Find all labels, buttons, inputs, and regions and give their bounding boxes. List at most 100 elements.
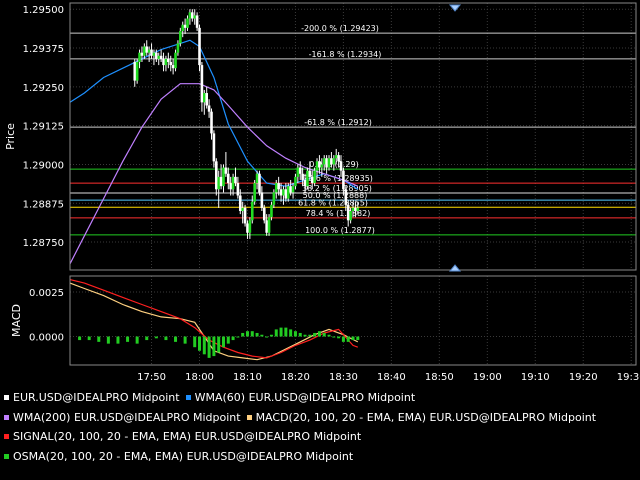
candle-body: [155, 52, 158, 59]
candle-body: [135, 61, 139, 81]
candle-body: [337, 155, 340, 162]
candle-body: [313, 170, 316, 184]
legend-item[interactable]: WMA(200) EUR.USD@IDEALPRO Midpoint: [4, 411, 241, 424]
candle-body: [200, 65, 204, 103]
osma-bar: [231, 336, 235, 341]
osma-bar: [183, 336, 187, 344]
candle-body: [351, 207, 355, 212]
candle-body: [308, 170, 312, 177]
legend-item[interactable]: MACD(20, 100, 20 - EMA, EMA) EUR.USD@IDE…: [246, 411, 596, 424]
candle-body: [236, 183, 240, 196]
candle-body: [298, 167, 302, 174]
legend-label: EUR.USD@IDEALPRO Midpoint: [13, 391, 180, 405]
candle-body: [248, 220, 252, 233]
osma-bar: [289, 329, 293, 337]
candle-body: [195, 15, 199, 28]
candle-body: [145, 46, 149, 53]
legend-item[interactable]: SIGNAL(20, 100, 20 - EMA, EMA) EUR.USD@I…: [4, 430, 361, 443]
price-tick-label: 1.28875: [23, 199, 64, 210]
osma-bar: [346, 336, 350, 342]
candle-body: [186, 18, 189, 28]
osma-bar: [198, 336, 202, 351]
time-tick-label: 18:50: [425, 372, 454, 383]
candle-body: [150, 49, 153, 56]
candle-body: [250, 201, 254, 221]
osma-bar: [145, 336, 149, 341]
osma-bar: [317, 331, 321, 337]
time-tick-label: 17:50: [137, 372, 166, 383]
osma-bar: [308, 334, 312, 337]
osma-bar: [78, 336, 82, 341]
osma-bar: [313, 332, 317, 337]
time-tick-label: 18:40: [377, 372, 406, 383]
candle-body: [171, 65, 175, 69]
osma-bar: [327, 334, 331, 337]
candle-body: [226, 173, 230, 184]
legend-item[interactable]: EUR.USD@IDEALPRO Midpoint: [4, 391, 180, 404]
candle-body: [258, 173, 261, 193]
osma-bar: [106, 336, 110, 344]
candle-body: [270, 204, 273, 218]
legend-swatch-icon: [4, 453, 9, 459]
candle-body: [253, 183, 256, 202]
time-tick-label: 18:20: [281, 372, 310, 383]
candle-body: [310, 176, 314, 184]
candle-body: [224, 167, 228, 174]
fib-level-label: -161.8 % (1.2934): [309, 50, 382, 59]
legend-row: SIGNAL(20, 100, 20 - EMA, EMA) EUR.USD@I…: [4, 427, 640, 447]
osma-bar: [97, 336, 101, 342]
candle-body: [179, 30, 182, 44]
osma-bar: [274, 329, 278, 337]
osma-bar: [217, 336, 221, 353]
candle-body: [231, 176, 235, 190]
osma-bar: [154, 336, 158, 339]
candle-body: [205, 93, 209, 106]
legend-item[interactable]: WMA(60) EUR.USD@IDEALPRO Midpoint: [185, 391, 415, 404]
candle-body: [241, 207, 244, 212]
candle-body: [322, 158, 326, 165]
candle-body: [291, 186, 295, 193]
osma-bar: [351, 336, 355, 341]
candle-body: [255, 173, 259, 184]
legend-item[interactable]: OSMA(20, 100, 20 - EMA, EMA) EUR.USD@IDE…: [4, 450, 353, 463]
candle-body: [282, 189, 285, 196]
candle-body: [164, 58, 168, 66]
candle-body: [334, 155, 338, 159]
osma-bar: [174, 336, 178, 342]
legend-row: OSMA(20, 100, 20 - EMA, EMA) EUR.USD@IDE…: [4, 447, 640, 467]
osma-bar: [221, 336, 225, 348]
osma-bar: [126, 336, 130, 342]
price-tick-label: 1.29125: [23, 122, 64, 133]
osma-bar: [250, 331, 254, 337]
osma-bar: [241, 332, 245, 337]
price-tick-label: 1.29500: [23, 5, 64, 16]
candle-body: [306, 170, 309, 187]
price-tick-label: 1.29250: [23, 83, 64, 94]
candle-body: [174, 52, 177, 69]
candle-body: [169, 61, 173, 66]
osma-bar: [332, 336, 336, 338]
candle-body: [203, 93, 206, 103]
candle-body: [260, 192, 264, 208]
candle-body: [320, 164, 324, 168]
candle-body: [246, 223, 249, 233]
fib-bottom-handle-icon[interactable]: [448, 264, 462, 272]
osma-bar: [255, 332, 259, 337]
osma-bar: [212, 336, 216, 357]
price-tick-label: 1.29375: [23, 44, 64, 55]
fib-top-handle-icon[interactable]: [448, 4, 462, 12]
osma-bar: [265, 336, 269, 338]
candle-body: [262, 207, 266, 221]
candle-body: [167, 58, 170, 62]
candle-body: [147, 49, 151, 53]
fib-level-label: 100.0 % (1.2877): [305, 226, 375, 235]
candle-body: [349, 211, 352, 221]
candle-body: [214, 161, 218, 190]
legend: EUR.USD@IDEALPRO Midpoint WMA(60) EUR.USD…: [4, 388, 640, 466]
fib-handles[interactable]: [448, 4, 462, 272]
osma-bar: [269, 334, 273, 337]
time-tick-label: 18:00: [185, 372, 214, 383]
osma-bar: [236, 336, 240, 338]
time-tick-label: 18:30: [329, 372, 358, 383]
candle-body: [277, 183, 280, 190]
